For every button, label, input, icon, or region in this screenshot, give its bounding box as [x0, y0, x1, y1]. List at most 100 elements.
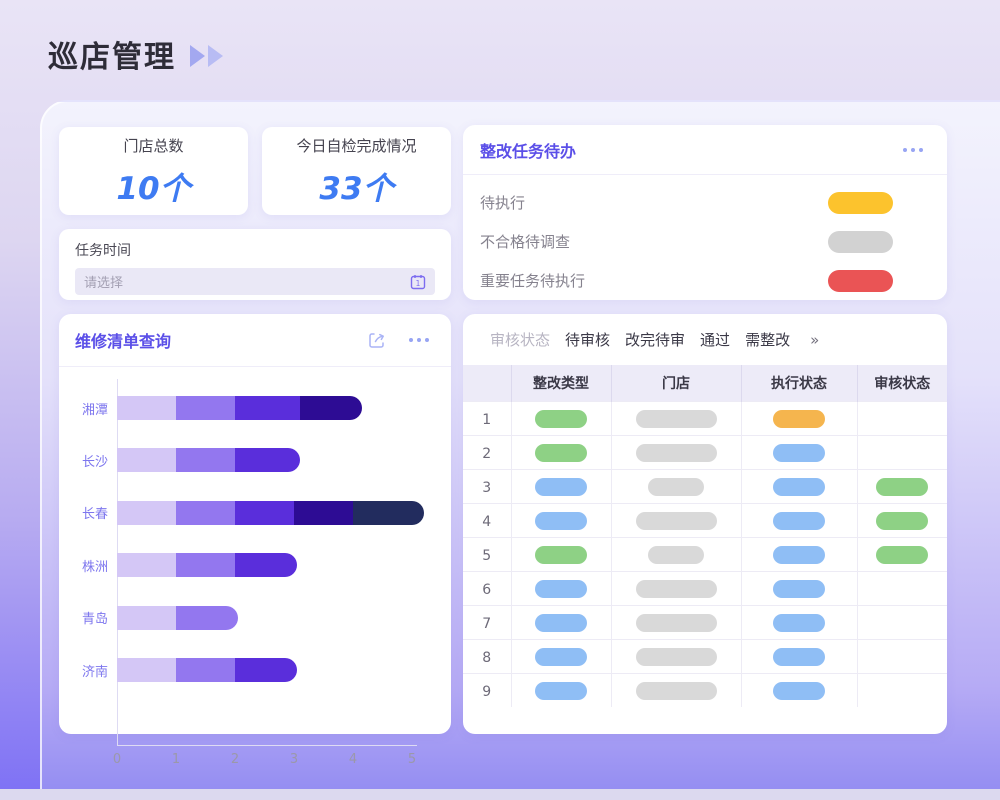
status-pill — [773, 546, 825, 564]
status-pill — [773, 512, 825, 530]
rectification-todo-card: 整改任务待办 待执行不合格待调查重要任务待执行 — [463, 125, 947, 300]
status-pill — [636, 682, 717, 700]
x-tick-label: 4 — [349, 752, 357, 767]
table-row[interactable]: 3 — [463, 469, 947, 503]
calendar-icon[interactable]: 1 — [410, 274, 426, 290]
todo-label: 不合格待调查 — [480, 231, 570, 252]
bar-segment — [235, 553, 297, 577]
review-table-card: 审核状态 待审核改完待审通过需整改 » 整改类型门店执行状态审核状态 12345… — [463, 314, 947, 734]
status-pill — [876, 546, 928, 564]
status-pill — [636, 410, 717, 428]
bar-segment — [235, 396, 300, 420]
bar-row-济南: 济南 — [117, 658, 297, 682]
table-row[interactable]: 1 — [463, 401, 947, 435]
column-header: 执行状态 — [741, 365, 857, 401]
more-tabs-icon[interactable]: » — [810, 331, 819, 349]
x-tick-label: 5 — [408, 752, 416, 767]
more-icon[interactable] — [409, 338, 429, 342]
double-play-icon — [190, 45, 223, 67]
row-index: 8 — [482, 650, 491, 666]
table-row[interactable]: 8 — [463, 639, 947, 673]
status-pill — [636, 512, 717, 530]
status-pill — [535, 512, 587, 530]
share-icon[interactable] — [367, 330, 387, 350]
status-pill — [773, 614, 825, 632]
todo-label: 重要任务待执行 — [480, 270, 585, 291]
table-row[interactable]: 9 — [463, 673, 947, 707]
bar-category-label: 湘潭 — [82, 399, 108, 418]
bar-segment — [294, 501, 353, 525]
status-pill — [648, 478, 704, 496]
row-index: 1 — [482, 412, 491, 428]
bar-segment — [117, 501, 176, 525]
status-pill — [876, 512, 928, 530]
bar-category-label: 长沙 — [82, 451, 108, 470]
table-row[interactable]: 2 — [463, 435, 947, 469]
status-pill — [773, 682, 825, 700]
status-pill — [636, 648, 717, 666]
tab-改完待审[interactable]: 改完待审 — [625, 329, 685, 350]
status-pill — [828, 192, 893, 214]
status-pill — [636, 614, 717, 632]
bar-category-label: 长春 — [82, 503, 108, 522]
stat-label: 今日自检完成情况 — [296, 135, 416, 156]
bar-segment — [176, 501, 235, 525]
status-pill — [535, 478, 587, 496]
repair-bar-chart: 湘潭长沙长春株洲青岛济南 012345 — [59, 367, 451, 733]
bar-row-青岛: 青岛 — [117, 606, 238, 630]
table-row[interactable]: 4 — [463, 503, 947, 537]
bar-segment — [176, 448, 235, 472]
bar-row-长春: 长春 — [117, 501, 424, 525]
tab-通过[interactable]: 通过 — [700, 329, 730, 350]
tab-需整改[interactable]: 需整改 — [745, 329, 790, 350]
svg-text:1: 1 — [416, 279, 421, 288]
bar-segment — [117, 396, 176, 420]
status-pill — [535, 444, 587, 462]
bar-segment — [117, 658, 176, 682]
bar-row-长沙: 长沙 — [117, 448, 300, 472]
main-panel: 门店总数 10个 今日自检完成情况 33个 任务时间 请选择 1 — [40, 100, 1000, 789]
row-index: 4 — [482, 514, 491, 530]
bar-segment — [300, 396, 362, 420]
bar-segment — [117, 553, 176, 577]
table-row[interactable]: 7 — [463, 605, 947, 639]
play-icon — [208, 45, 223, 67]
todo-row: 重要任务待执行 — [463, 261, 947, 300]
stat-value: 33个 — [319, 163, 393, 208]
todo-card-title: 整改任务待办 — [480, 138, 576, 162]
status-pill — [828, 231, 893, 253]
task-time-label: 任务时间 — [75, 240, 435, 260]
column-header: 整改类型 — [511, 365, 611, 401]
status-pill — [535, 546, 587, 564]
status-pill — [535, 580, 587, 598]
table-row[interactable]: 6 — [463, 571, 947, 605]
date-placeholder: 请选择 — [84, 272, 123, 291]
tab-待审核[interactable]: 待审核 — [565, 329, 610, 350]
stat-value: 10个 — [116, 163, 190, 208]
more-icon[interactable] — [903, 148, 923, 152]
bar-segment — [176, 396, 235, 420]
status-pill — [636, 580, 717, 598]
page-title: 巡店管理 — [48, 32, 176, 76]
stat-card-total-stores: 门店总数 10个 — [59, 127, 248, 215]
bar-segment — [235, 501, 294, 525]
bar-segment — [117, 448, 176, 472]
todo-label: 待执行 — [480, 192, 525, 213]
status-pill — [773, 410, 825, 428]
date-picker-input[interactable]: 请选择 1 — [75, 268, 435, 295]
status-pill — [535, 648, 587, 666]
page-header: 巡店管理 — [48, 32, 223, 76]
chart-x-axis — [117, 745, 417, 746]
table-row[interactable]: 5 — [463, 537, 947, 571]
bar-segment — [235, 448, 300, 472]
row-index: 9 — [482, 684, 491, 700]
status-pill — [876, 478, 928, 496]
bar-category-label: 株洲 — [82, 556, 108, 575]
todo-card-header: 整改任务待办 — [463, 125, 947, 175]
repair-list-card: 维修清单查询 湘潭长沙长春株洲青岛济南 012345 — [59, 314, 451, 734]
status-pill — [535, 682, 587, 700]
bar-segment — [353, 501, 424, 525]
status-pill — [773, 580, 825, 598]
status-pill — [773, 648, 825, 666]
bar-segment — [176, 606, 238, 630]
